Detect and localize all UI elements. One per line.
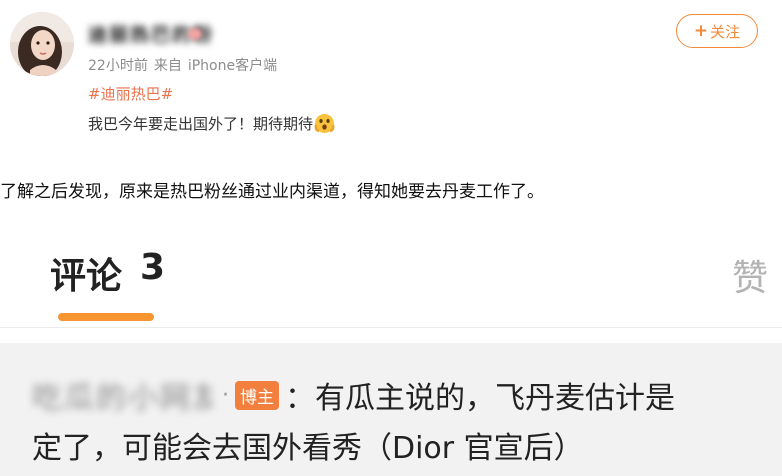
active-tab-indicator bbox=[58, 313, 154, 321]
tab-comments-count: 3 bbox=[140, 247, 166, 288]
comment-text-line2: 定了，可能会去国外看秀（Dior 官宣后） bbox=[32, 431, 584, 466]
post-time: 22小时前 bbox=[88, 58, 148, 74]
weibo-post: 迪丽热巴的粉 + 关注 22小时前 来自 iPhone客户端 #迪丽热巴# 我巴… bbox=[0, 0, 782, 160]
hashtag-link[interactable]: #迪丽热巴# bbox=[88, 83, 173, 104]
post-meta: 22小时前 来自 iPhone客户端 bbox=[88, 55, 277, 75]
tab-comments-label: 评论 bbox=[50, 256, 123, 297]
plus-icon: + bbox=[693, 20, 709, 41]
post-text-content: 我巴今年要走出国外了！期待期待 bbox=[88, 115, 314, 133]
comment-first-line: 吃瓜的小网友 · 博主 ：有瓜主说的，飞丹麦估计是 bbox=[32, 373, 675, 417]
article-paragraph: 了解之后发现，原来是热巴粉丝通过业内渠道，得知她要去丹麦工作了。 bbox=[0, 182, 544, 202]
post-source: iPhone客户端 bbox=[187, 58, 278, 74]
user-badge-icon bbox=[188, 28, 202, 40]
tab-comments[interactable]: 评论 3 bbox=[50, 247, 165, 299]
avatar[interactable] bbox=[10, 12, 74, 76]
post-source-prefix: 来自 bbox=[153, 58, 182, 74]
follow-button[interactable]: + 关注 bbox=[676, 14, 758, 48]
author-badge: 博主 bbox=[235, 380, 279, 410]
comment-username[interactable]: 吃瓜的小网友 bbox=[32, 373, 212, 417]
post-text: 我巴今年要走出国外了！期待期待 bbox=[88, 113, 335, 134]
comment-text-line1: ：有瓜主说的，飞丹麦估计是 bbox=[285, 381, 675, 416]
surprised-face-emoji-icon bbox=[314, 113, 335, 134]
comments-header: 评论 3 赞 bbox=[0, 235, 782, 330]
comment-separator: · bbox=[222, 382, 229, 408]
follow-label: 关注 bbox=[710, 22, 741, 41]
divider bbox=[0, 327, 782, 328]
tab-likes[interactable]: 赞 bbox=[732, 249, 768, 301]
comment-item: 吃瓜的小网友 · 博主 ：有瓜主说的，飞丹麦估计是 定了，可能会去国外看秀（Di… bbox=[0, 343, 782, 476]
post-username[interactable]: 迪丽热巴的粉 bbox=[88, 20, 212, 46]
